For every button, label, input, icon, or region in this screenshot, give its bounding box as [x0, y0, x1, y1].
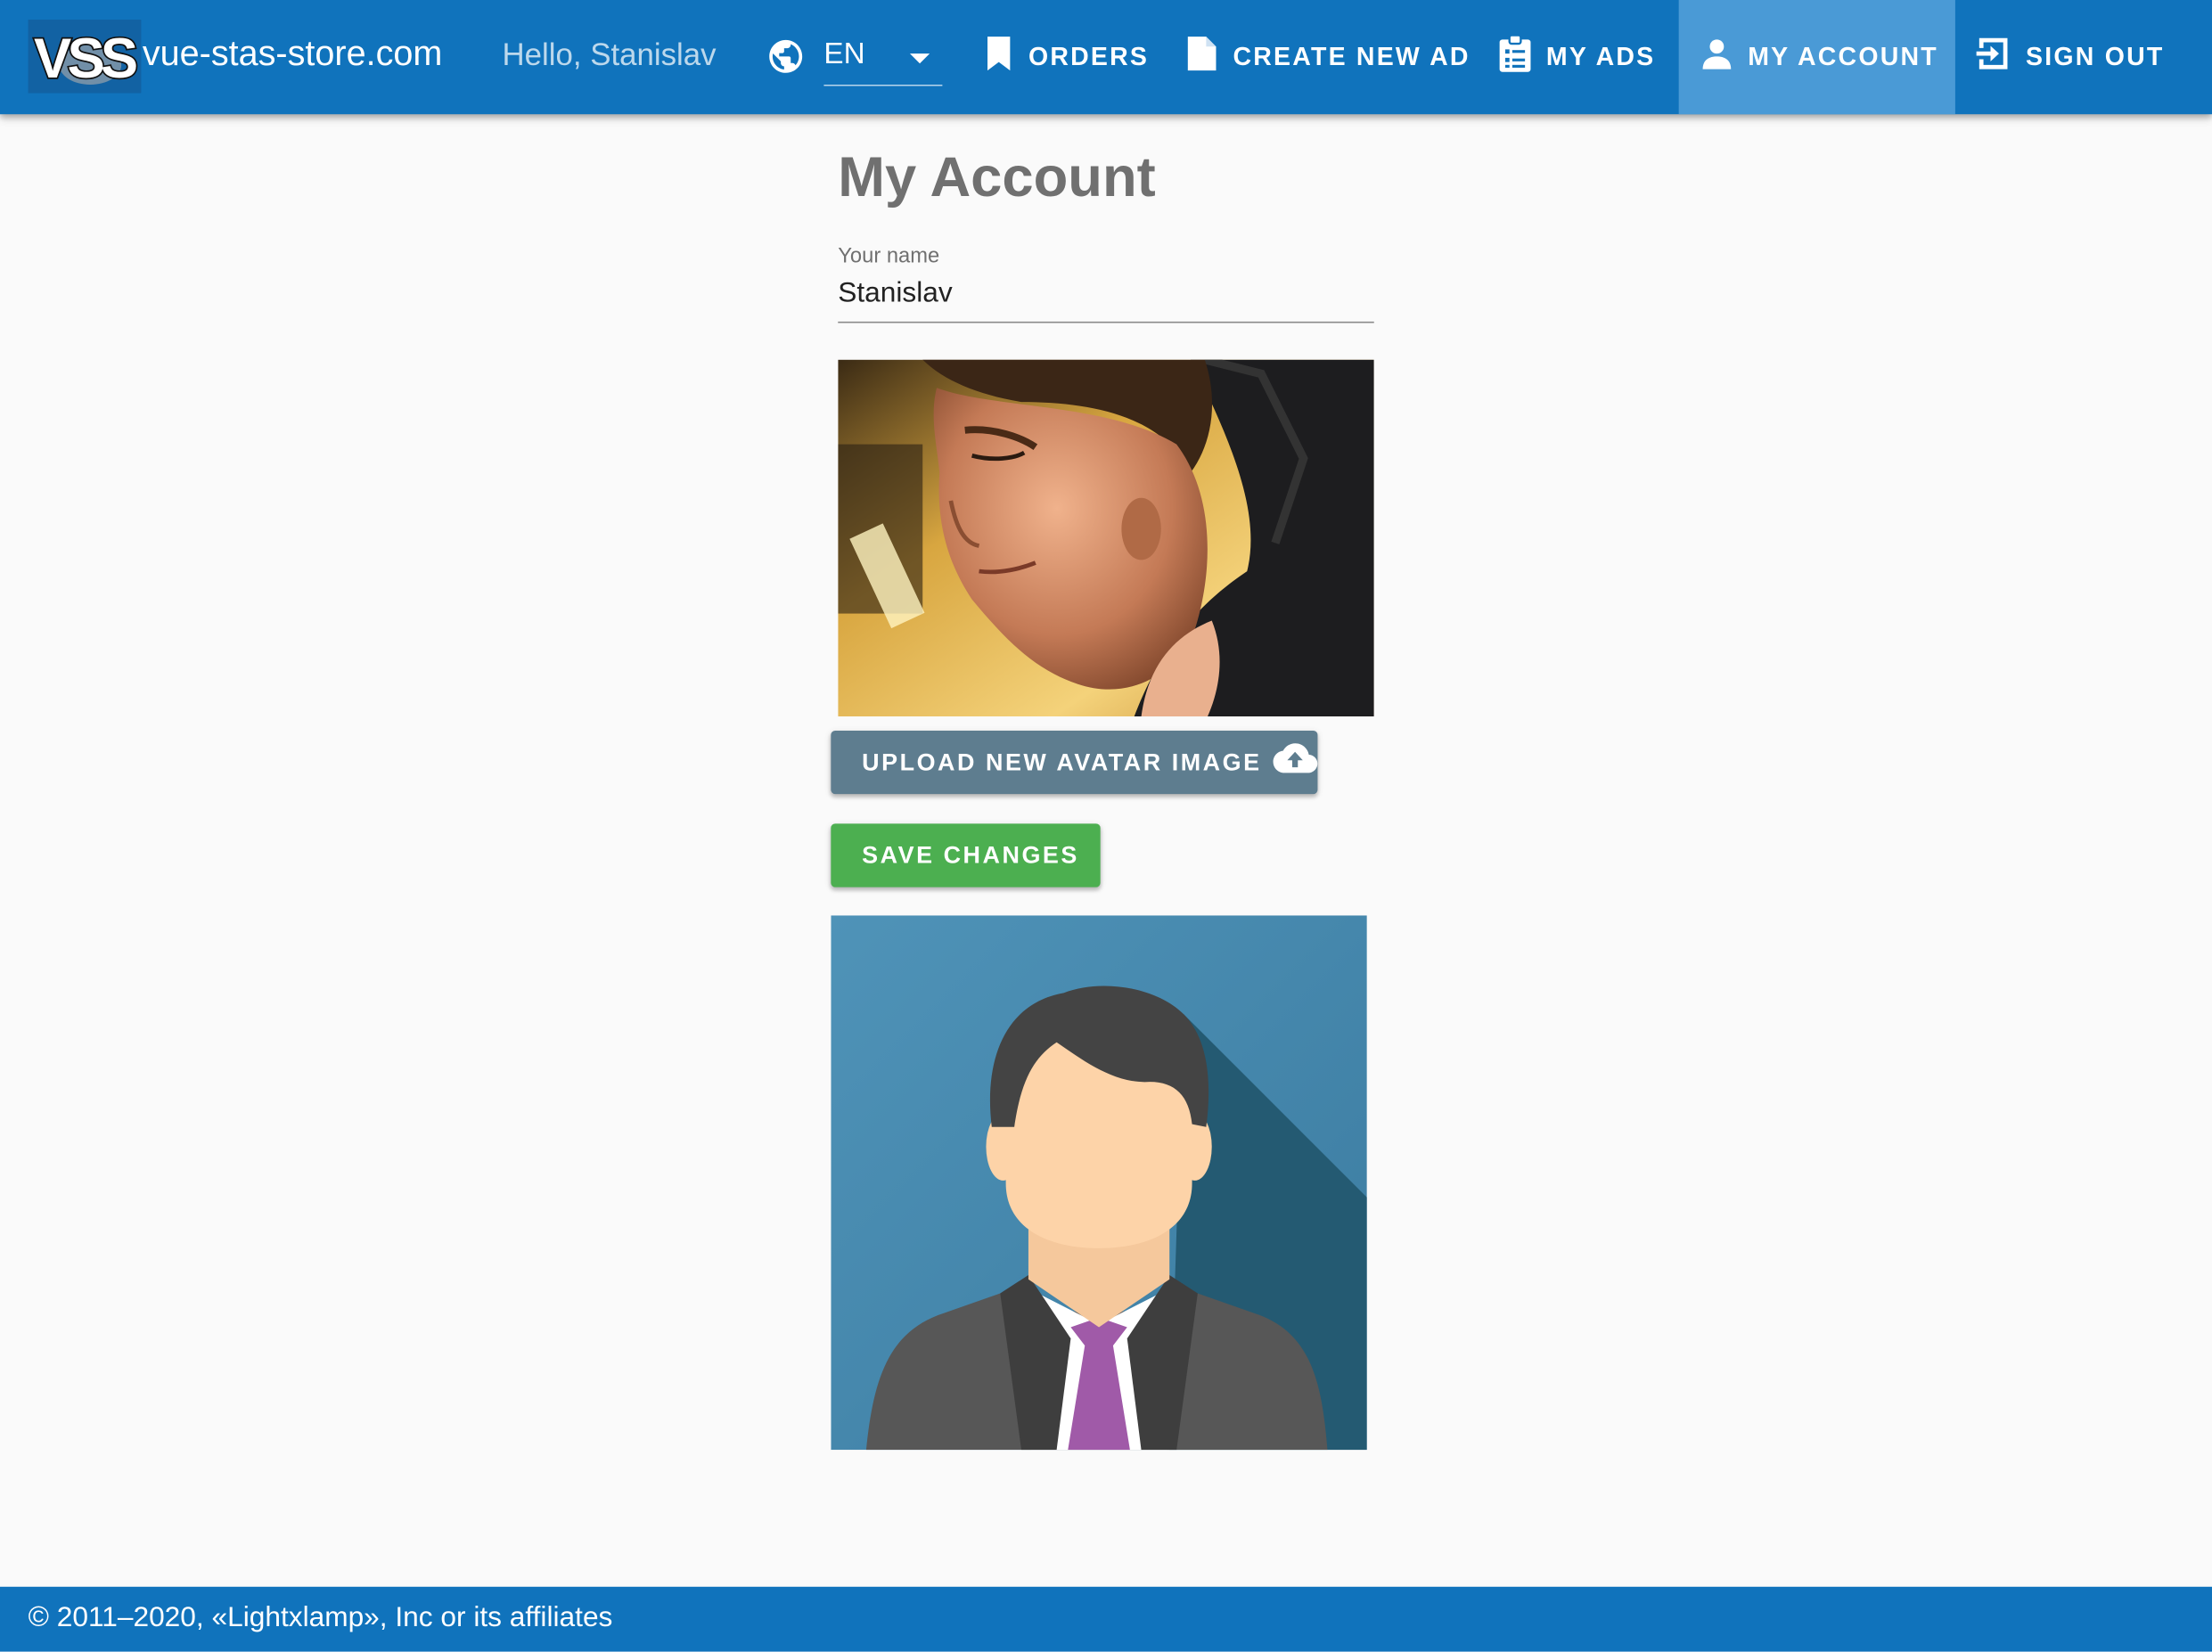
exit-icon	[1975, 36, 2026, 79]
footer: © 2011–2020, «Lightxlamp», Inc or its af…	[0, 1586, 2212, 1652]
clipboard-list-icon	[1498, 34, 1546, 80]
file-icon	[1185, 36, 1233, 79]
nav-orders-label: ORDERS	[1028, 42, 1150, 71]
greeting: Hello, Stanislav	[502, 37, 717, 72]
name-input[interactable]	[838, 274, 1374, 314]
globe-icon	[766, 37, 806, 83]
name-field-label: Your name	[838, 243, 940, 268]
app-bar: VSS vue-stas-store.com Hello, Stanislav …	[0, 0, 2212, 115]
account-icon	[1700, 37, 1748, 78]
chevron-down-icon	[908, 48, 930, 73]
upload-avatar-label: UPLOAD NEW AVATAR IMAGE	[862, 748, 1262, 775]
nav-my-account-button[interactable]: MY ACCOUNT	[1678, 0, 1955, 115]
save-changes-label: SAVE CHANGES	[862, 841, 1079, 869]
avatar-preview-photo	[838, 359, 1374, 717]
name-field[interactable]: Your name	[838, 240, 1374, 323]
page-title: My Account	[838, 146, 1156, 209]
bookmark-icon	[983, 36, 1028, 79]
language-value: EN	[823, 37, 865, 71]
cloud-upload-icon	[1262, 742, 1318, 783]
upload-avatar-button[interactable]: UPLOAD NEW AVATAR IMAGE	[831, 730, 1318, 795]
copyright-text: © 2011–2020, «Lightxlamp», Inc or its af…	[28, 1602, 613, 1634]
save-changes-button[interactable]: SAVE CHANGES	[831, 823, 1101, 887]
brand-name[interactable]: vue-stas-store.com	[143, 34, 442, 75]
language-select[interactable]: EN	[823, 31, 943, 86]
nav-create-ad-button[interactable]: CREATE NEW AD	[1162, 0, 1475, 114]
nav-create-ad-label: CREATE NEW AD	[1233, 42, 1471, 71]
nav-my-account-label: MY ACCOUNT	[1748, 42, 1938, 71]
svg-text:VSS: VSS	[34, 28, 136, 90]
site-logo[interactable]: VSS	[28, 20, 142, 94]
avatar-placeholder-image	[831, 915, 1367, 1451]
nav-my-ads-button[interactable]: MY ADS	[1477, 0, 1677, 114]
nav-sign-out-button[interactable]: SIGN OUT	[1956, 0, 2189, 114]
nav-my-ads-label: MY ADS	[1545, 42, 1656, 71]
nav-orders-button[interactable]: ORDERS	[963, 0, 1161, 114]
nav-sign-out-label: SIGN OUT	[2026, 42, 2165, 71]
